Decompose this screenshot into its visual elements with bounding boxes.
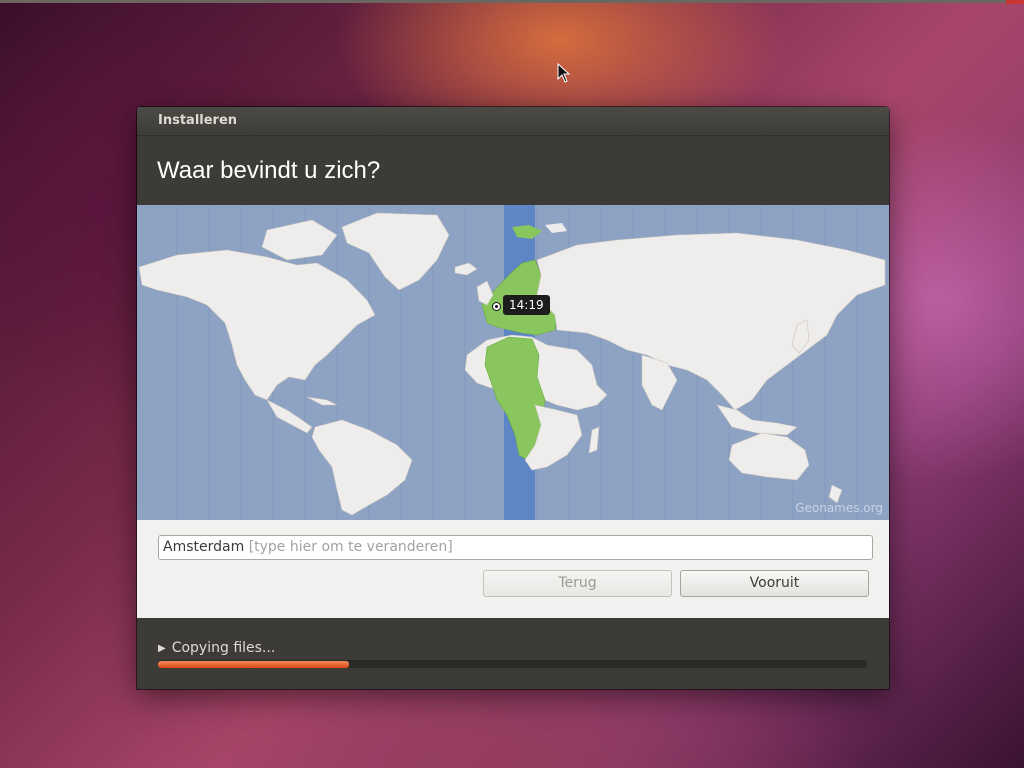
installer-window: Installeren Waar bevindt u zich? 14:19 G… [137, 107, 889, 689]
progress-bar-fill [158, 661, 350, 668]
timezone-map[interactable]: 14:19 Geonames.org [137, 205, 889, 520]
landmass-north-america [138, 249, 376, 401]
progress-status-text: Copying files... [171, 640, 276, 656]
window-title: Installeren [137, 107, 889, 136]
top-panel [0, 0, 1024, 3]
landmass-south-america [311, 419, 413, 516]
location-pin-icon [492, 302, 501, 311]
location-input-placeholder: [type hier om te veranderen] [248, 539, 453, 555]
map-attribution: Geonames.org [795, 501, 883, 515]
page-title: Waar bevindt u zich? [137, 136, 889, 205]
landmass-franz-josef [545, 223, 567, 233]
expander-triangle-icon: ▶ [158, 643, 166, 654]
landmass-madagascar [588, 426, 600, 454]
location-form: Amsterdam [type hier om te veranderen] T… [137, 520, 889, 618]
landmass-iceland [454, 262, 478, 276]
landmass-australia [728, 432, 810, 481]
progress-section: ▶ Copying files... [137, 618, 889, 689]
back-button[interactable]: Terug [483, 570, 672, 597]
world-map[interactable] [137, 205, 889, 520]
mouse-pointer-icon [557, 63, 571, 83]
landmass-caribbean [306, 396, 338, 406]
local-time-tooltip: 14:19 [503, 295, 550, 315]
panel-corner-indicator [1006, 0, 1024, 4]
location-input[interactable]: Amsterdam [type hier om te veranderen] [158, 535, 873, 560]
progress-bar [158, 660, 867, 668]
forward-button[interactable]: Vooruit [680, 570, 869, 597]
location-input-value: Amsterdam [163, 539, 245, 555]
progress-expander[interactable]: ▶ Copying files... [158, 640, 275, 656]
